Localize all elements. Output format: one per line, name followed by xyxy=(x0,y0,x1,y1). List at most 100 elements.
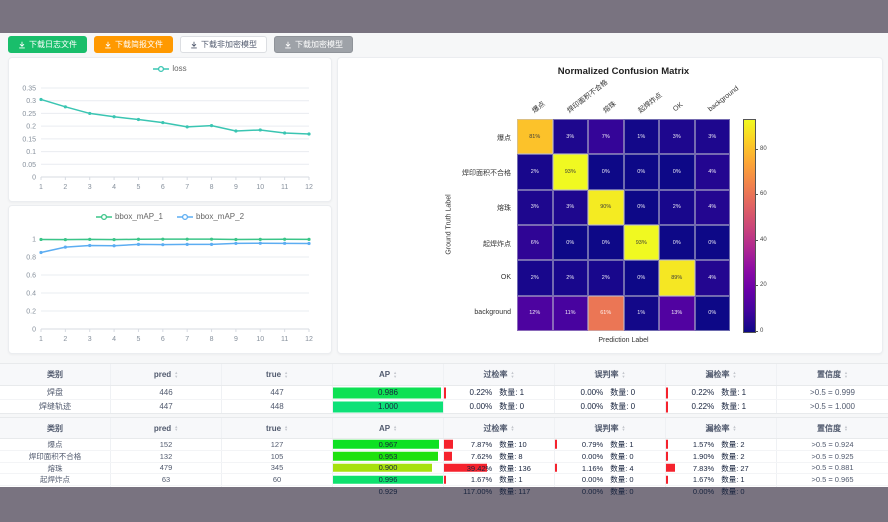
rate-text: 0.00%数量: 0 xyxy=(555,401,665,412)
rate-text: 1.67%数量: 1 xyxy=(666,474,776,485)
matrix-cell: 0% xyxy=(659,225,695,260)
rate-text: 0.22%数量: 1 xyxy=(444,387,554,398)
sort-icon[interactable]: ▲▼ xyxy=(844,425,848,432)
svg-text:0.15: 0.15 xyxy=(22,136,36,143)
column-header-label: pred xyxy=(154,424,171,433)
count-value: 数量: 0 xyxy=(603,474,665,485)
sort-icon[interactable]: ▲▼ xyxy=(284,371,288,378)
cell-misrate: 0.00%数量: 0 xyxy=(555,486,666,497)
cell-cls: 焊印面积不合格 xyxy=(0,451,111,462)
rate-text: 0.22%数量: 1 xyxy=(666,401,776,412)
rate-value: 1.16% xyxy=(555,464,603,473)
svg-text:0: 0 xyxy=(32,175,36,182)
column-header-过检率[interactable]: 过检率▲▼ xyxy=(444,418,555,438)
count-value: 数量: 1 xyxy=(492,387,554,398)
download-button-1[interactable]: 下载简报文件 xyxy=(94,36,173,53)
column-header-label: 误判率 xyxy=(595,423,619,434)
rate-text: 1.16%数量: 4 xyxy=(555,463,665,474)
cell-cls: 焊盘 xyxy=(0,386,111,399)
colorbar-tick-label: 80 xyxy=(760,146,767,152)
sort-icon[interactable]: ▲▼ xyxy=(622,371,626,378)
download-button-3[interactable]: 下载加密模型 xyxy=(274,36,353,53)
matrix-cell: 11% xyxy=(553,296,589,331)
column-header-漏检率[interactable]: 漏检率▲▼ xyxy=(666,418,777,438)
svg-text:2: 2 xyxy=(63,184,67,191)
legend-item-loss[interactable]: loss xyxy=(153,64,186,73)
download-button-2[interactable]: 下载非加密模型 xyxy=(180,36,267,53)
column-header-误判率[interactable]: 误判率▲▼ xyxy=(555,364,666,385)
column-header-AP[interactable]: AP▲▼ xyxy=(333,418,444,438)
legend-item-bbox_mAP_2[interactable]: bbox_mAP_2 xyxy=(177,212,244,221)
column-header-label: 置信度 xyxy=(817,369,841,380)
sort-icon[interactable]: ▲▼ xyxy=(174,425,178,432)
cell-missrate: 0.00%数量: 0 xyxy=(666,486,777,497)
count-value: 数量: 10 xyxy=(492,439,554,450)
cell-ap: 0.929 xyxy=(333,486,444,497)
matrix-cell: 4% xyxy=(695,154,731,189)
colorbar-tick-label: 0 xyxy=(760,328,763,334)
column-header-漏检率[interactable]: 漏检率▲▼ xyxy=(666,364,777,385)
download-icon xyxy=(18,41,26,49)
count-value: 数量: 0 xyxy=(603,451,665,462)
metrics-tables: 类别pred▲▼true▲▼AP▲▼过检率▲▼误判率▲▼漏检率▲▼置信度▲▼焊盘… xyxy=(0,363,888,498)
sort-icon[interactable]: ▲▼ xyxy=(393,371,397,378)
rate-value: 0.00% xyxy=(555,475,603,484)
map-chart-card: bbox_mAP_1bbox_mAP_2 00.20.40.60.8112345… xyxy=(8,205,332,354)
matrix-row-label: 焊印面积不合格 xyxy=(338,168,511,178)
button-label: 下载非加密模型 xyxy=(201,41,257,49)
column-header-true[interactable]: true▲▼ xyxy=(222,418,333,438)
svg-text:3: 3 xyxy=(88,184,92,191)
cell-ap: 0.900 xyxy=(333,463,444,474)
cell-misrate: 0.00%数量: 0 xyxy=(555,474,666,485)
column-header-true[interactable]: true▲▼ xyxy=(222,364,333,385)
matrix-cell: 93% xyxy=(553,154,589,189)
sort-icon[interactable]: ▲▼ xyxy=(393,425,397,432)
download-button-0[interactable]: 下载日志文件 xyxy=(8,36,87,53)
download-icon xyxy=(104,41,112,49)
svg-text:5: 5 xyxy=(137,184,141,191)
rate-value: 0.22% xyxy=(666,402,714,411)
sort-icon[interactable]: ▲▼ xyxy=(733,425,737,432)
cell-pred: 152 xyxy=(111,439,222,450)
matrix-cell: 0% xyxy=(659,154,695,189)
legend-item-bbox_mAP_1[interactable]: bbox_mAP_1 xyxy=(96,212,163,221)
column-header-置信度[interactable]: 置信度▲▼ xyxy=(777,418,888,438)
column-header-AP[interactable]: AP▲▼ xyxy=(333,364,444,385)
sort-icon[interactable]: ▲▼ xyxy=(174,371,178,378)
sort-icon[interactable]: ▲▼ xyxy=(622,425,626,432)
matrix-cell: 3% xyxy=(517,190,553,225)
table-header-row: 类别pred▲▼true▲▼AP▲▼过检率▲▼误判率▲▼漏检率▲▼置信度▲▼ xyxy=(0,418,888,439)
matrix-row-label: 爆点 xyxy=(338,133,511,143)
column-header-误判率[interactable]: 误判率▲▼ xyxy=(555,418,666,438)
matrix-cell: 0% xyxy=(588,225,624,260)
column-header-label: 置信度 xyxy=(817,423,841,434)
sort-icon[interactable]: ▲▼ xyxy=(511,425,515,432)
matrix-cell: 3% xyxy=(695,119,731,154)
matrix-cell: 2% xyxy=(553,260,589,295)
table-row: 焊印面积不合格1321050.9537.62%数量: 80.00%数量: 01.… xyxy=(0,451,888,463)
rate-value: 0.00% xyxy=(555,402,603,411)
ap-value: 0.900 xyxy=(333,463,443,472)
sort-icon[interactable]: ▲▼ xyxy=(844,371,848,378)
rate-value: 1.90% xyxy=(666,452,714,461)
column-header-pred[interactable]: pred▲▼ xyxy=(111,418,222,438)
table-row: 起焊炸点63600.9961.67%数量: 10.00%数量: 01.67%数量… xyxy=(0,474,888,486)
column-header-过检率[interactable]: 过检率▲▼ xyxy=(444,364,555,385)
rate-text: 1.57%数量: 2 xyxy=(666,439,776,450)
ap-value: 0.986 xyxy=(333,388,443,397)
sort-icon[interactable]: ▲▼ xyxy=(284,425,288,432)
rate-text: 1.90%数量: 2 xyxy=(666,451,776,462)
sort-icon[interactable]: ▲▼ xyxy=(733,371,737,378)
column-header-置信度[interactable]: 置信度▲▼ xyxy=(777,364,888,385)
sort-icon[interactable]: ▲▼ xyxy=(511,371,515,378)
matrix-cell: 0% xyxy=(695,296,731,331)
matrix-cell: 90% xyxy=(588,190,624,225)
rate-text: 39.42%数量: 136 xyxy=(444,463,554,474)
count-value: 数量: 27 xyxy=(714,463,776,474)
svg-text:0.35: 0.35 xyxy=(22,86,36,93)
cell-true: 447 xyxy=(222,386,333,399)
matrix-col-label: background xyxy=(707,85,741,114)
rate-text: 1.67%数量: 1 xyxy=(444,474,554,485)
colorbar-tick xyxy=(755,194,758,195)
column-header-pred[interactable]: pred▲▼ xyxy=(111,364,222,385)
